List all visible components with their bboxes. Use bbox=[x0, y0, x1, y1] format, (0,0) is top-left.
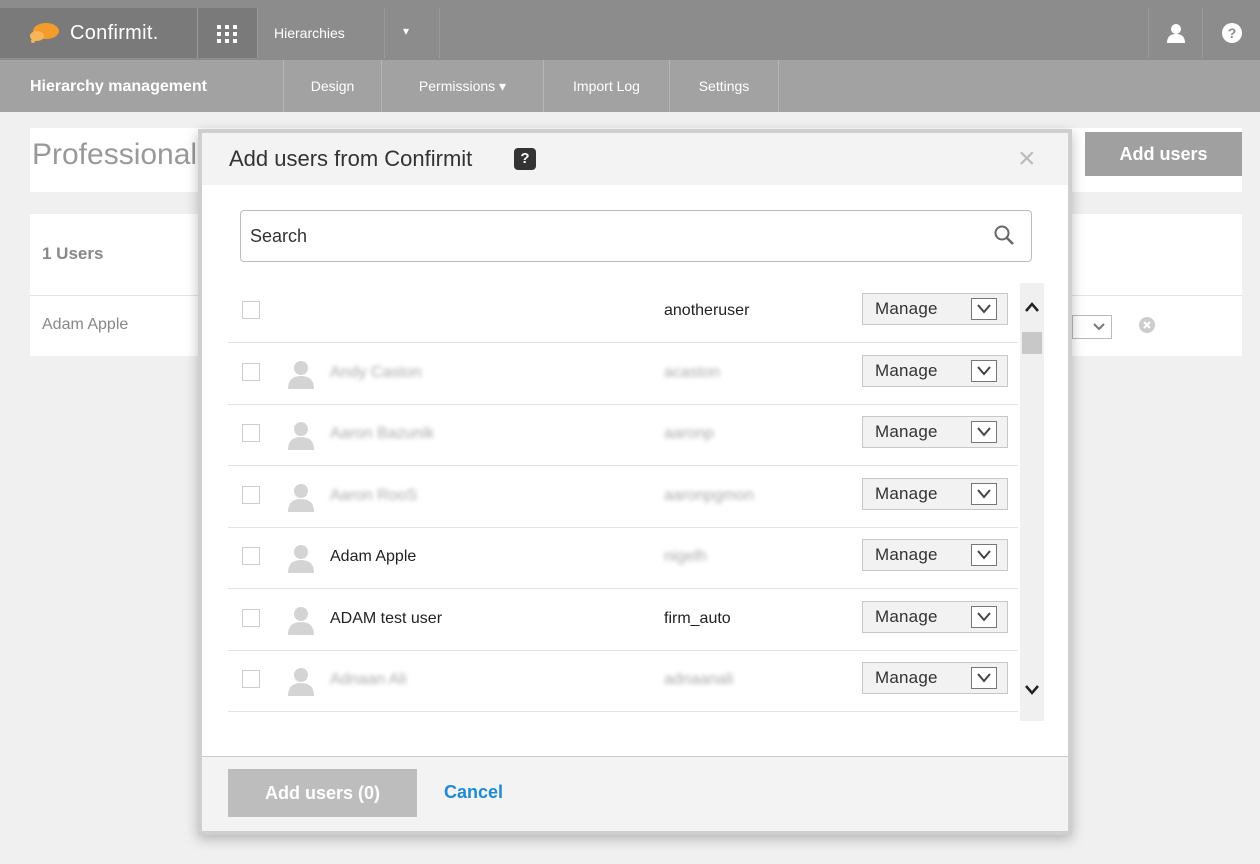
scroll-up-icon[interactable] bbox=[1023, 300, 1041, 314]
brand[interactable]: Confirmit. bbox=[0, 8, 197, 58]
avatar-icon bbox=[288, 422, 314, 450]
row-checkbox[interactable] bbox=[242, 424, 260, 442]
chevron-down-icon: ▾ bbox=[403, 24, 410, 38]
hierarchies-label: Hierarchies bbox=[274, 25, 345, 41]
role-select[interactable]: Manage bbox=[862, 601, 1008, 633]
user-full-name: Andy Caston bbox=[330, 364, 422, 381]
user-login: adnaanali bbox=[664, 671, 734, 688]
user-full-name: Aaron Bazunik bbox=[330, 425, 435, 442]
user-full-name: ADAM test user bbox=[330, 610, 443, 627]
avatar-icon bbox=[288, 545, 314, 573]
help-icon[interactable]: ? bbox=[514, 148, 536, 170]
role-select-value: Manage bbox=[875, 299, 938, 318]
cancel-button[interactable]: Cancel bbox=[444, 782, 503, 803]
user-login: anotheruser bbox=[664, 302, 750, 319]
user-menu-button[interactable] bbox=[1148, 8, 1202, 58]
row-checkbox[interactable] bbox=[242, 609, 260, 627]
close-icon[interactable]: × bbox=[1018, 144, 1036, 174]
user-login: aaronp bbox=[664, 425, 714, 442]
chevron-down-icon bbox=[1093, 323, 1105, 331]
help-symbol: ? bbox=[1228, 25, 1237, 41]
dialog-title: Add users from Confirmit bbox=[229, 146, 473, 171]
row-checkbox[interactable] bbox=[242, 486, 260, 504]
chevron-down-icon bbox=[971, 667, 997, 689]
role-select-value: Manage bbox=[875, 422, 938, 441]
section-title: Hierarchy management bbox=[30, 78, 207, 95]
user-login: firm_auto bbox=[664, 610, 731, 627]
user-login: nigelh bbox=[664, 548, 707, 565]
user-full-name: Aaron RooS bbox=[330, 487, 418, 504]
row-checkbox[interactable] bbox=[242, 363, 260, 381]
scrollbar-thumb[interactable] bbox=[1022, 332, 1042, 354]
chevron-down-icon bbox=[971, 544, 997, 566]
scroll-down-icon[interactable] bbox=[1023, 683, 1041, 697]
sub-navigation: Hierarchy management Design Permissions … bbox=[0, 60, 1260, 112]
assigned-user-name: Adam Apple bbox=[42, 316, 129, 333]
role-select-value: Manage bbox=[875, 607, 938, 626]
role-select[interactable]: Manage bbox=[862, 416, 1008, 448]
brand-name: Confirmit. bbox=[70, 22, 159, 44]
chevron-down-icon bbox=[971, 483, 997, 505]
page-title: Professional bbox=[32, 138, 198, 171]
add-users-button[interactable]: Add users bbox=[1085, 132, 1242, 176]
row-checkbox[interactable] bbox=[242, 547, 260, 565]
add-users-confirm-button[interactable]: Add users (0) bbox=[228, 769, 417, 817]
role-select[interactable]: Manage bbox=[862, 355, 1008, 387]
user-full-name: Adnaan Ali bbox=[330, 671, 407, 688]
hierarchies-menu[interactable]: Hierarchies bbox=[257, 8, 384, 58]
role-select[interactable]: Manage bbox=[862, 293, 1008, 325]
row-checkbox[interactable] bbox=[242, 670, 260, 688]
role-select[interactable]: Manage bbox=[862, 662, 1008, 694]
avatar-icon bbox=[288, 484, 314, 512]
avatar-icon bbox=[288, 668, 314, 696]
role-select[interactable]: Manage bbox=[862, 478, 1008, 510]
user-login: aaronpgmon bbox=[664, 487, 754, 504]
help-button[interactable]: ? bbox=[1202, 8, 1260, 58]
chevron-down-icon bbox=[971, 606, 997, 628]
role-select[interactable] bbox=[1072, 315, 1112, 339]
app-grid-button[interactable] bbox=[197, 8, 257, 58]
role-select-value: Manage bbox=[875, 361, 938, 380]
tab-settings[interactable]: Settings bbox=[669, 60, 779, 112]
grid-icon bbox=[217, 25, 237, 43]
help-icon: ? bbox=[1222, 23, 1242, 43]
avatar-icon bbox=[288, 607, 314, 635]
tab-permissions[interactable]: Permissions ▾ bbox=[381, 60, 543, 112]
tab-import-log[interactable]: Import Log bbox=[543, 60, 669, 112]
avatar-icon bbox=[288, 361, 314, 389]
tab-design[interactable]: Design bbox=[283, 60, 381, 112]
search-placeholder: Search bbox=[250, 226, 308, 246]
role-select[interactable]: Manage bbox=[862, 539, 1008, 571]
role-select-value: Manage bbox=[875, 484, 938, 503]
search-icon[interactable] bbox=[993, 224, 1015, 246]
user-icon bbox=[1167, 24, 1185, 43]
role-select-value: Manage bbox=[875, 668, 938, 687]
users-count: 1 Users bbox=[42, 244, 104, 263]
chevron-down-icon bbox=[971, 298, 997, 320]
chevron-down-icon bbox=[971, 360, 997, 382]
search-input[interactable] bbox=[240, 210, 1032, 262]
chevron-down-icon bbox=[971, 421, 997, 443]
user-full-name: Adam Apple bbox=[330, 548, 417, 565]
user-login: acaston bbox=[664, 364, 721, 381]
confirmit-logo-icon bbox=[30, 23, 59, 43]
hierarchies-dropdown[interactable]: ▾ bbox=[384, 8, 440, 58]
remove-icon[interactable] bbox=[1138, 316, 1156, 334]
row-checkbox[interactable] bbox=[242, 301, 260, 319]
role-select-value: Manage bbox=[875, 545, 938, 564]
